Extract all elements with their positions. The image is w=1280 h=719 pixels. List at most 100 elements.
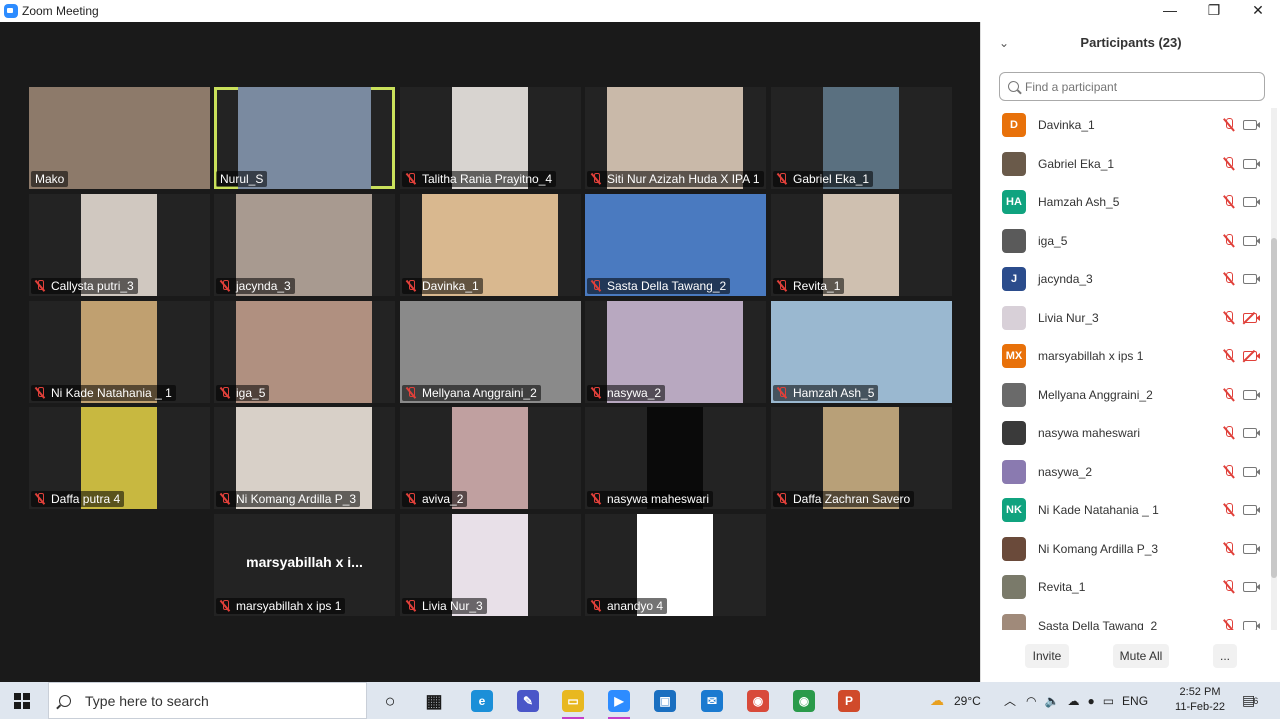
participant-row[interactable]: NK Ni Kade Natahania _ 1 (981, 491, 1271, 529)
participant-row[interactable]: iga_5 (981, 222, 1271, 260)
video-tile[interactable]: marsyabillah x i... marsyabillah x ips 1 (214, 514, 395, 616)
video-tile[interactable]: Livia Nur_3 (400, 514, 581, 616)
participant-row[interactable]: D Davinka_1 (981, 108, 1271, 144)
close-button[interactable]: ✕ (1236, 0, 1280, 22)
participant-row[interactable]: nasywa_2 (981, 453, 1271, 491)
participant-row[interactable]: HA Hamzah Ash_5 (981, 183, 1271, 221)
video-tile[interactable]: Davinka_1 (400, 194, 581, 296)
video-tile[interactable]: Gabriel Eka_1 (771, 87, 952, 189)
camera-icon[interactable] (1243, 543, 1260, 554)
mic-muted-icon[interactable] (1223, 426, 1235, 440)
camera-icon[interactable] (1243, 466, 1260, 477)
mic-muted-icon[interactable] (1223, 118, 1235, 132)
video-tile[interactable]: jacynda_3 (214, 194, 395, 296)
participant-row[interactable]: Sasta Della Tawang_2 (981, 607, 1271, 631)
wifi-icon[interactable]: ◠ (1026, 694, 1036, 708)
onedrive-icon[interactable]: ☁ (1067, 694, 1079, 708)
microphone-icon[interactable]: ● (1087, 694, 1094, 708)
video-tile[interactable]: Daffa putra 4 (29, 407, 210, 509)
video-tile[interactable]: Revita_1 (771, 194, 952, 296)
chrome-taskbar-button[interactable]: ◉ (743, 686, 773, 716)
video-tile[interactable]: Daffa Zachran Savero (771, 407, 952, 509)
video-tile[interactable]: nasywa maheswari (585, 407, 766, 509)
mic-muted-icon[interactable] (1223, 541, 1235, 556)
video-tile[interactable]: Hamzah Ash_5 (771, 301, 952, 403)
video-tile[interactable]: Callysta putri_3 (29, 194, 210, 296)
video-tile[interactable]: iga_5 (214, 301, 395, 403)
mic-muted-icon[interactable] (1223, 233, 1235, 248)
camera-icon[interactable] (1243, 120, 1260, 130)
video-tile[interactable]: Ni Komang Ardilla P_3 (214, 407, 395, 509)
camera-icon[interactable] (1243, 235, 1260, 246)
camera-off-icon[interactable] (1243, 312, 1260, 323)
participant-row[interactable]: MX marsyabillah x ips 1 (981, 337, 1271, 375)
invite-button[interactable]: Invite (1025, 644, 1069, 668)
pen-app-taskbar-button[interactable]: ✎ (513, 686, 543, 716)
weather-widget[interactable]: ☁ 29°C (930, 682, 981, 719)
zoom-taskbar-button[interactable]: ▶ (604, 686, 634, 719)
minimize-button[interactable]: — (1148, 0, 1192, 22)
video-tile[interactable]: Talitha Rania Prayitno_4 (400, 87, 581, 189)
scrollbar-thumb[interactable] (1271, 238, 1277, 578)
mic-muted-icon[interactable] (1223, 156, 1235, 171)
participant-row[interactable]: nasywa maheswari (981, 414, 1271, 452)
language-indicator[interactable]: ENG (1122, 694, 1148, 708)
video-tile[interactable]: Ni Kade Natahania _ 1 (29, 301, 210, 403)
scrollbar[interactable] (1271, 108, 1277, 630)
video-tile[interactable]: Siti Nur Azizah Huda X IPA 1 (585, 87, 766, 189)
mic-muted-icon[interactable] (1223, 387, 1235, 402)
mic-muted-icon[interactable] (1223, 618, 1235, 631)
file-explorer-taskbar-button[interactable]: ▭ (558, 686, 588, 719)
participant-row[interactable]: Gabriel Eka_1 (981, 145, 1271, 183)
camera-icon[interactable] (1243, 197, 1260, 207)
video-tile[interactable]: Nurul_S (214, 87, 395, 189)
restore-button[interactable]: ❐ (1192, 0, 1236, 22)
camera-icon[interactable] (1243, 582, 1260, 592)
mic-muted-icon[interactable] (1223, 195, 1235, 209)
mic-muted-icon[interactable] (1223, 349, 1235, 363)
camera-off-icon[interactable] (1243, 351, 1260, 361)
participant-row[interactable]: Livia Nur_3 (981, 299, 1271, 337)
video-tile[interactable]: Mellyana Anggraini_2 (400, 301, 581, 403)
mail-taskbar-button[interactable]: ✉ (697, 686, 727, 716)
powerpoint-taskbar-button[interactable]: P (834, 686, 864, 716)
video-tile[interactable]: Mako (29, 87, 210, 189)
participant-row[interactable]: Jjacynda_3 (981, 260, 1271, 298)
video-tile[interactable]: aviva_2 (400, 407, 581, 509)
store-taskbar-button[interactable]: ▣ (650, 686, 680, 716)
chrome-profile-taskbar-button[interactable]: ◉ (789, 686, 819, 716)
camera-icon[interactable] (1243, 428, 1260, 438)
clock[interactable]: 2:52 PM 11-Feb-22 (1170, 685, 1230, 715)
notification-button[interactable]: ▤ 6 (1242, 682, 1258, 719)
widgets-taskbar-button[interactable]: ▦ (419, 686, 449, 716)
participant-search[interactable] (999, 72, 1265, 101)
mic-muted-icon[interactable] (1223, 310, 1235, 325)
camera-icon[interactable] (1243, 274, 1260, 284)
search-input[interactable] (1025, 79, 1255, 94)
camera-icon[interactable] (1243, 158, 1260, 169)
mic-muted-icon (591, 173, 601, 185)
mute-all-button[interactable]: Mute All (1113, 644, 1169, 668)
camera-icon[interactable] (1243, 620, 1260, 630)
chevron-up-icon[interactable]: ︿ (1004, 692, 1016, 709)
mic-muted-icon[interactable] (1223, 580, 1235, 594)
windows-start-icon[interactable] (14, 693, 30, 709)
more-options-button[interactable]: ... (1213, 644, 1237, 668)
task-view-taskbar-button[interactable]: ○ (375, 686, 405, 716)
system-tray[interactable]: ︿ ◠ 🔈 ☁ ● ▭ ENG (1004, 682, 1148, 719)
mic-muted-icon[interactable] (1223, 503, 1235, 517)
camera-icon[interactable] (1243, 505, 1260, 515)
battery-icon[interactable]: ▭ (1103, 694, 1114, 708)
participant-row[interactable]: Ni Komang Ardilla P_3 (981, 530, 1271, 568)
taskbar-search[interactable]: Type here to search (48, 682, 367, 719)
video-tile[interactable]: Sasta Della Tawang_2 (585, 194, 766, 296)
mic-muted-icon[interactable] (1223, 464, 1235, 479)
edge-taskbar-button[interactable]: e (467, 686, 497, 716)
participant-row[interactable]: Revita_1 (981, 568, 1271, 606)
video-tile[interactable]: nasywa_2 (585, 301, 766, 403)
mic-muted-icon[interactable] (1223, 272, 1235, 286)
video-tile[interactable]: anandyo 4 (585, 514, 766, 616)
participant-row[interactable]: Mellyana Anggraini_2 (981, 376, 1271, 414)
volume-icon[interactable]: 🔈 (1045, 694, 1060, 708)
camera-icon[interactable] (1243, 389, 1260, 400)
